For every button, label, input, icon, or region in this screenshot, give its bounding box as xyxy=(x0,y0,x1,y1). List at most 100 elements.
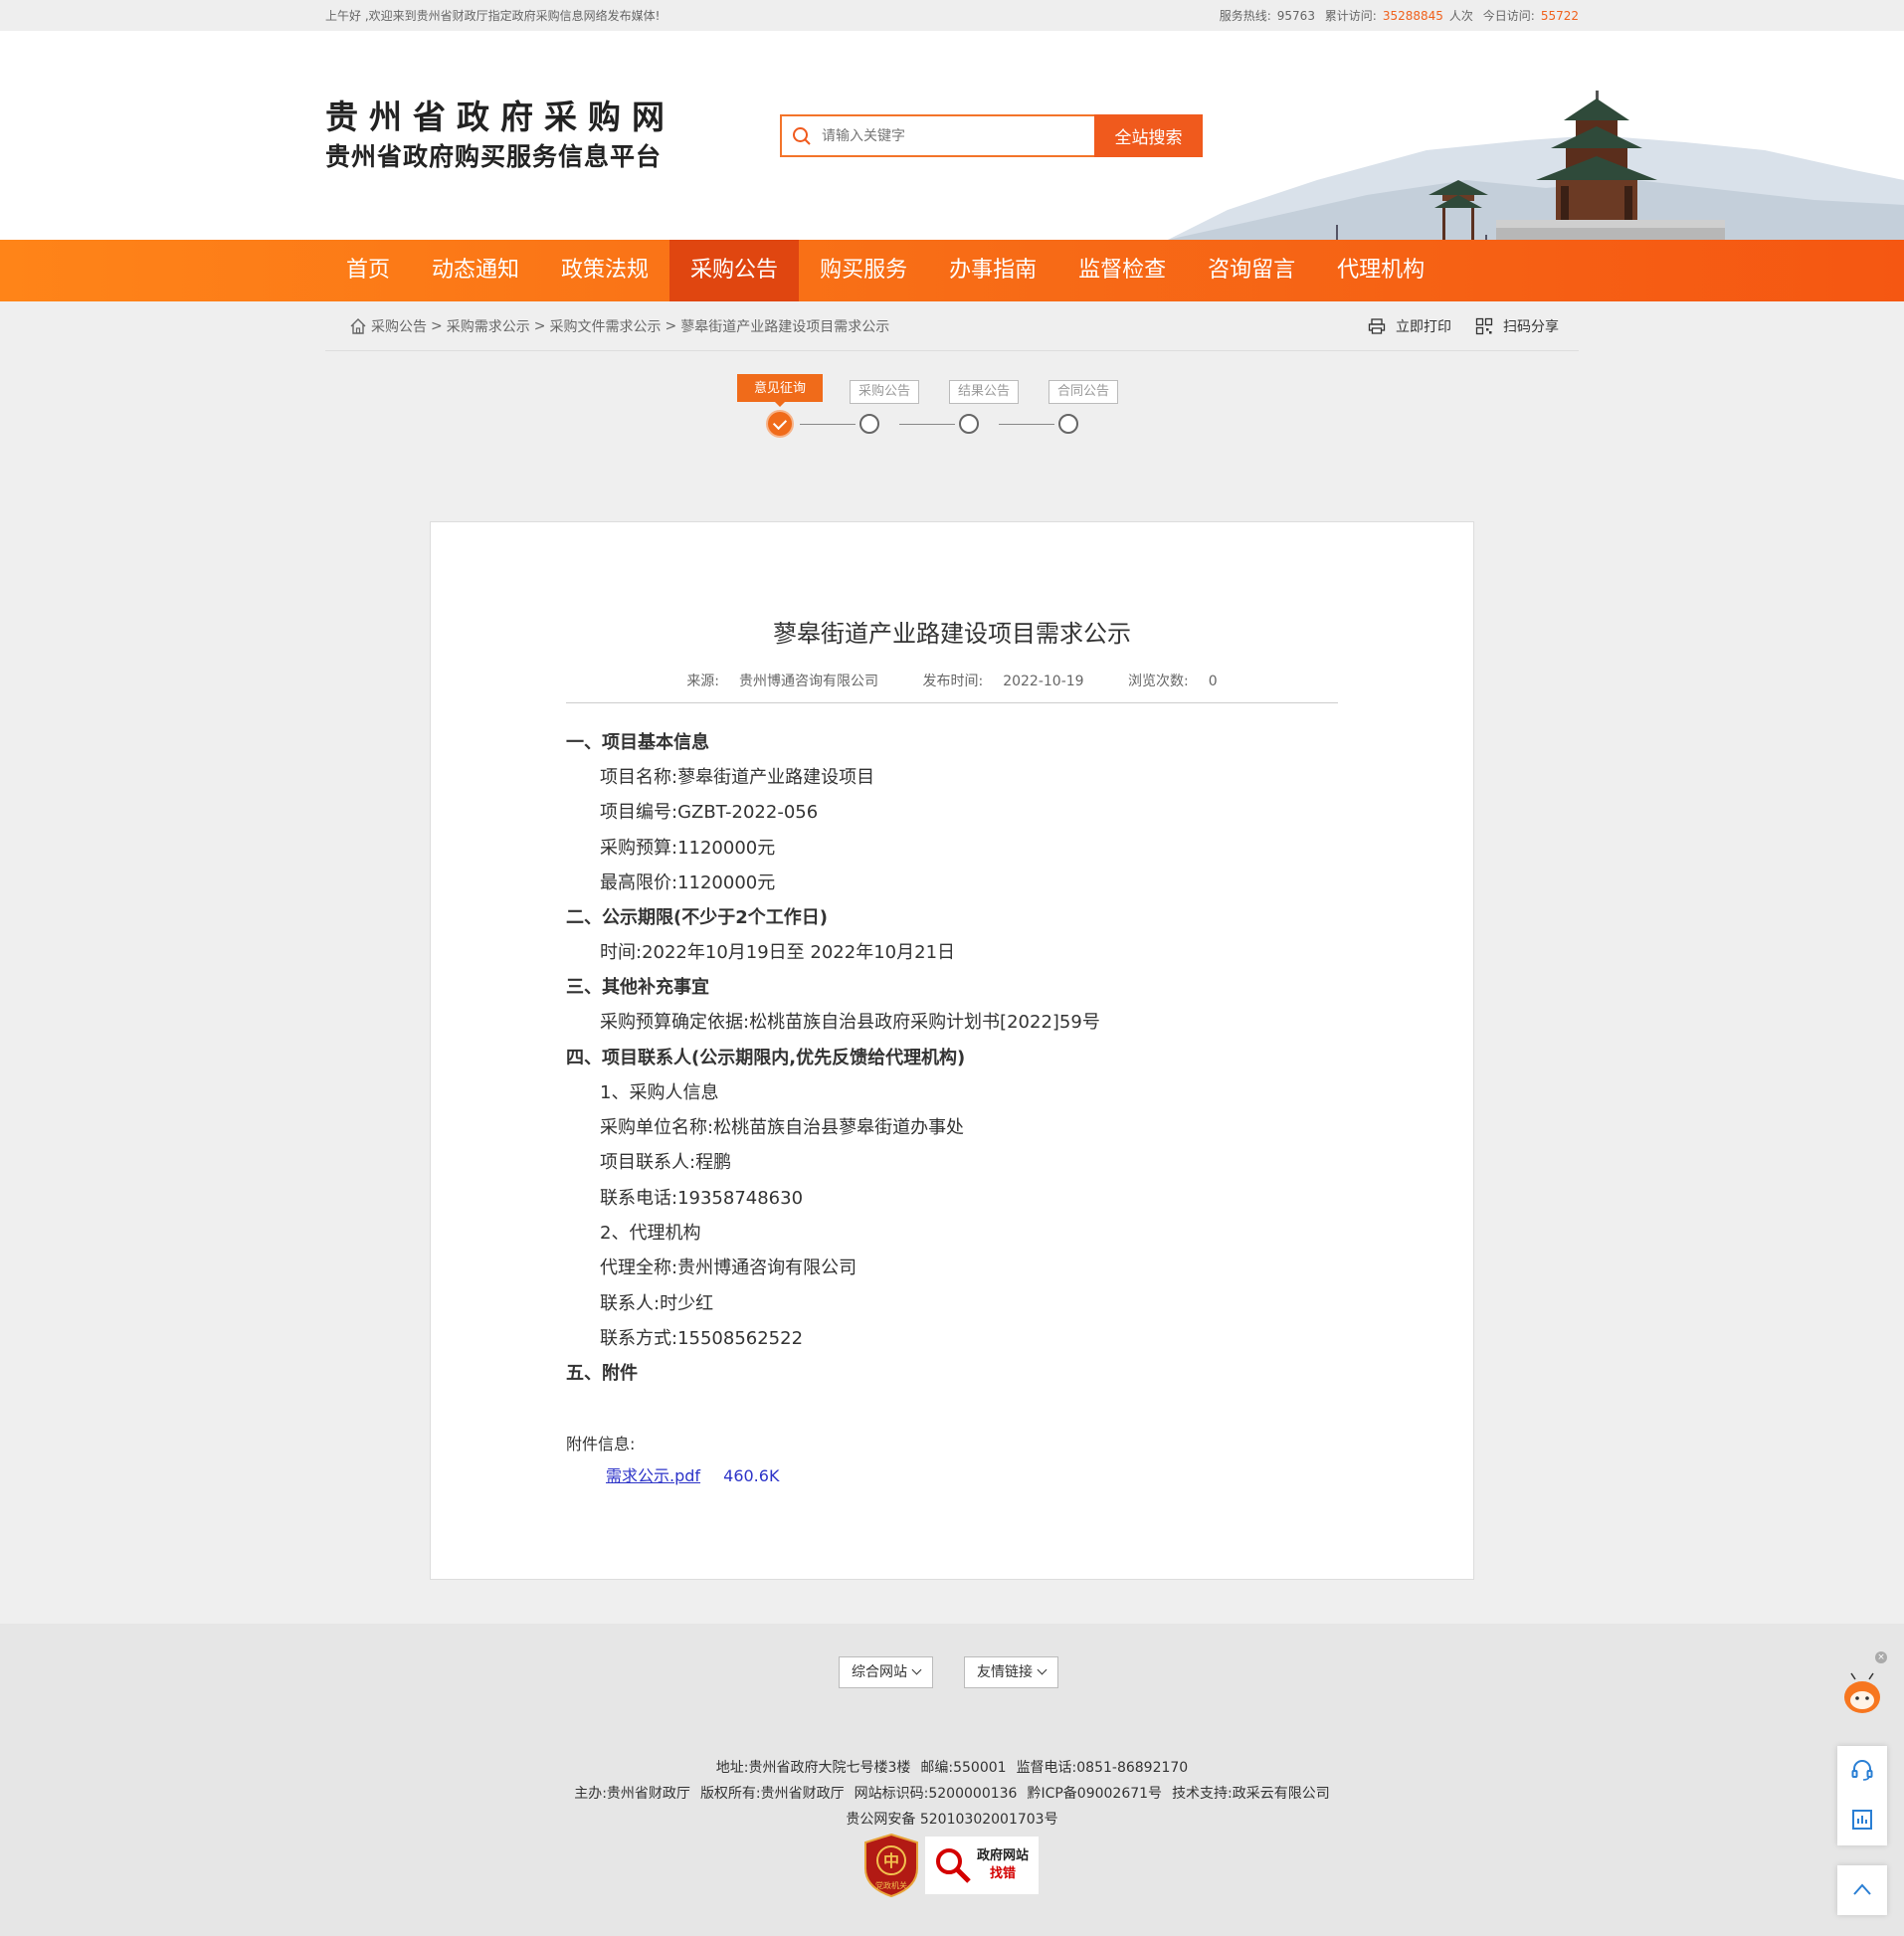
breadcrumb-item-demand[interactable]: 采购需求公示 xyxy=(447,316,530,336)
footer-line1-item: 监督电话:0851-86892170 xyxy=(1016,1760,1189,1776)
section-line: 联系方式:15508562522 xyxy=(600,1327,804,1349)
friendly-links-select[interactable]: 友情链接 xyxy=(964,1656,1058,1688)
section-line: 采购单位名称:松桃苗族自治县蓼皋街道办事处 xyxy=(600,1117,965,1139)
step-label-announcement[interactable]: 采购公告 xyxy=(850,380,920,404)
step-label-contract[interactable]: 合同公告 xyxy=(1048,380,1119,404)
site-header: 贵州省政府采购网 贵州省政府购买服务信息平台 全站搜索 xyxy=(0,31,1904,240)
nav-item-4[interactable]: 购买服务 xyxy=(799,240,928,301)
nav-item-6[interactable]: 监督检查 xyxy=(1057,240,1187,301)
site-logo[interactable]: 贵州省政府采购网 贵州省政府购买服务信息平台 xyxy=(325,97,675,176)
main-nav: 首页 动态通知 政策法规 采购公告 购买服务 办事指南 监督检查 咨询留言 代理机构 xyxy=(0,240,1904,301)
printer-icon xyxy=(1368,317,1386,334)
badge2-line2: 找错 xyxy=(990,1866,1017,1881)
section-line: 项目联系人:程鹏 xyxy=(600,1152,732,1174)
magnifier-icon xyxy=(936,1848,971,1883)
search-icon xyxy=(793,126,811,145)
section-heading: 一、项目基本信息 xyxy=(566,732,709,753)
footer-line1-item: 邮编:550001 xyxy=(920,1760,1007,1776)
attachment-link[interactable]: 需求公示.pdf xyxy=(606,1466,700,1485)
float-panel xyxy=(1837,1746,1887,1845)
meta-divider xyxy=(566,702,1338,703)
section-line: 最高限价:1120000元 xyxy=(600,871,776,893)
gov-site-error-badge[interactable]: 政府网站 找错 xyxy=(925,1837,1039,1894)
chevron-up-icon xyxy=(1853,1883,1871,1895)
mascot-icon[interactable] xyxy=(1841,1671,1883,1715)
section-line: 代理全称:贵州博通咨询有限公司 xyxy=(600,1258,857,1279)
qrcode-icon xyxy=(1475,317,1493,334)
nav-item-5[interactable]: 办事指南 xyxy=(928,240,1057,301)
source-label: 来源: xyxy=(686,674,720,689)
back-to-top-button[interactable] xyxy=(1837,1865,1887,1915)
process-steps: 意见征询 采购公告 结果公告 合同公告 xyxy=(325,351,1579,520)
breadcrumb-item-current: 蓼皋街道产业路建设项目需求公示 xyxy=(680,318,890,335)
nav-item-8[interactable]: 代理机构 xyxy=(1316,240,1445,301)
search-input[interactable] xyxy=(822,127,1080,144)
top-bar: 上午好 ,欢迎来到贵州省财政厅指定政府采购信息网络发布媒体! 服务热线: 9576… xyxy=(0,0,1904,31)
nav-item-0[interactable]: 首页 xyxy=(325,240,411,301)
step-circle-icon xyxy=(859,414,879,434)
share-button[interactable]: 扫码分享 xyxy=(1475,316,1559,336)
section-line: 1、采购人信息 xyxy=(600,1081,719,1103)
share-label: 扫码分享 xyxy=(1503,318,1559,335)
step-connector xyxy=(999,424,1054,425)
breadcrumb-item-notices[interactable]: 采购公告 xyxy=(371,316,427,336)
svg-text:中: 中 xyxy=(883,1851,899,1870)
site-search: 全站搜索 xyxy=(780,114,1203,157)
total-visits-label: 累计访问: xyxy=(1324,9,1377,23)
party-government-badge-icon[interactable]: 中 党政机关 xyxy=(863,1833,919,1898)
nav-item-3[interactable]: 采购公告 xyxy=(669,240,800,301)
page-actions: 立即打印 扫码分享 xyxy=(1344,316,1559,336)
hotline-label: 服务热线: xyxy=(1219,9,1271,23)
step-connector xyxy=(800,424,856,425)
nav-item-2[interactable]: 政策法规 xyxy=(540,240,669,301)
visit-stats: 服务热线: 95763 累计访问: 35288845 人次 今日访问: 55722 xyxy=(1214,7,1579,24)
breadcrumb-item-doc-demand[interactable]: 采购文件需求公示 xyxy=(549,316,661,336)
print-label: 立即打印 xyxy=(1396,318,1451,335)
step-label-consultation[interactable]: 意见征询 xyxy=(737,374,824,407)
search-box[interactable] xyxy=(780,114,1094,157)
section-line: 采购预算确定依据:松桃苗族自治县政府采购计划书[2022]59号 xyxy=(600,1012,1100,1034)
close-icon[interactable]: × xyxy=(1875,1651,1887,1663)
attachment-label: 附件信息: xyxy=(566,1435,636,1454)
footer-badges: 中 党政机关 政府网站 找错 xyxy=(863,1833,1039,1898)
badge2-line1: 政府网站 xyxy=(977,1848,1030,1863)
home-icon[interactable] xyxy=(349,317,367,335)
article-panel: 蓼皋街道产业路建设项目需求公示 来源: 贵州博通咨询有限公司 发布时间: 2022-… xyxy=(430,521,1474,1580)
section-heading: 二、公示期限(不少于2个工作日) xyxy=(566,907,828,929)
section-line: 2、代理机构 xyxy=(600,1222,701,1244)
site-footer: 综合网站 友情链接 地址:贵州省政府大院七号楼3楼 邮编:550001 监督电话:0… xyxy=(0,1624,1904,1936)
views-label: 浏览次数: xyxy=(1128,674,1189,689)
section-line: 联系电话:19358748630 xyxy=(600,1187,804,1209)
attachment-section: 附件信息: 需求公示.pdf 460.6K xyxy=(566,1431,1338,1486)
section-line: 项目名称:蓼皋街道产业路建设项目 xyxy=(600,767,875,788)
breadcrumb-separator: > xyxy=(533,317,546,334)
logo-subtitle: 贵州省政府购买服务信息平台 xyxy=(325,142,663,171)
step-label-result[interactable]: 结果公告 xyxy=(949,380,1020,404)
footer-line2-item: 黔ICP备09002671号 xyxy=(1027,1786,1163,1802)
hotline-value: 95763 xyxy=(1276,9,1315,23)
footer-line2-item: 技术支持:政采云有限公司 xyxy=(1172,1786,1330,1802)
article-meta: 来源: 贵州博通咨询有限公司 发布时间: 2022-10-19 浏览次数: 0 xyxy=(431,671,1473,690)
footer-police-record[interactable]: 贵公网安备 52010302001703号 xyxy=(0,1807,1904,1833)
today-visits-label: 今日访问: xyxy=(1482,9,1535,23)
step-check-icon xyxy=(766,410,794,438)
portal-sites-select[interactable]: 综合网站 xyxy=(839,1656,933,1688)
breadcrumb-separator: > xyxy=(431,317,443,334)
views-value: 0 xyxy=(1208,674,1218,689)
print-button[interactable]: 立即打印 xyxy=(1368,316,1451,336)
section-heading: 四、项目联系人(公示期限内,优先反馈给代理机构) xyxy=(566,1047,966,1068)
date-value: 2022-10-19 xyxy=(1003,674,1084,689)
article-body: 一、项目基本信息 项目名称:蓼皋街道产业路建设项目 项目编号:GZBT-2022-0… xyxy=(566,725,1338,1391)
footer-line2-item: 版权所有:贵州省财政厅 xyxy=(699,1786,845,1802)
article-title: 蓼皋街道产业路建设项目需求公示 xyxy=(773,620,1131,648)
nav-item-7[interactable]: 咨询留言 xyxy=(1187,240,1316,301)
site-search-button[interactable]: 全站搜索 xyxy=(1094,114,1203,157)
feedback-chart-icon[interactable] xyxy=(1850,1808,1874,1832)
attachment-size: 460.6K xyxy=(723,1466,780,1486)
customer-service-icon[interactable] xyxy=(1850,1758,1874,1782)
footer-line1-item: 地址:贵州省政府大院七号楼3楼 xyxy=(715,1760,911,1776)
nav-item-1[interactable]: 动态通知 xyxy=(411,240,540,301)
badge1-text: 党政机关 xyxy=(875,1880,907,1890)
step-connector xyxy=(899,424,955,425)
footer-line2-item: 网站标识码:5200000136 xyxy=(854,1786,1018,1802)
